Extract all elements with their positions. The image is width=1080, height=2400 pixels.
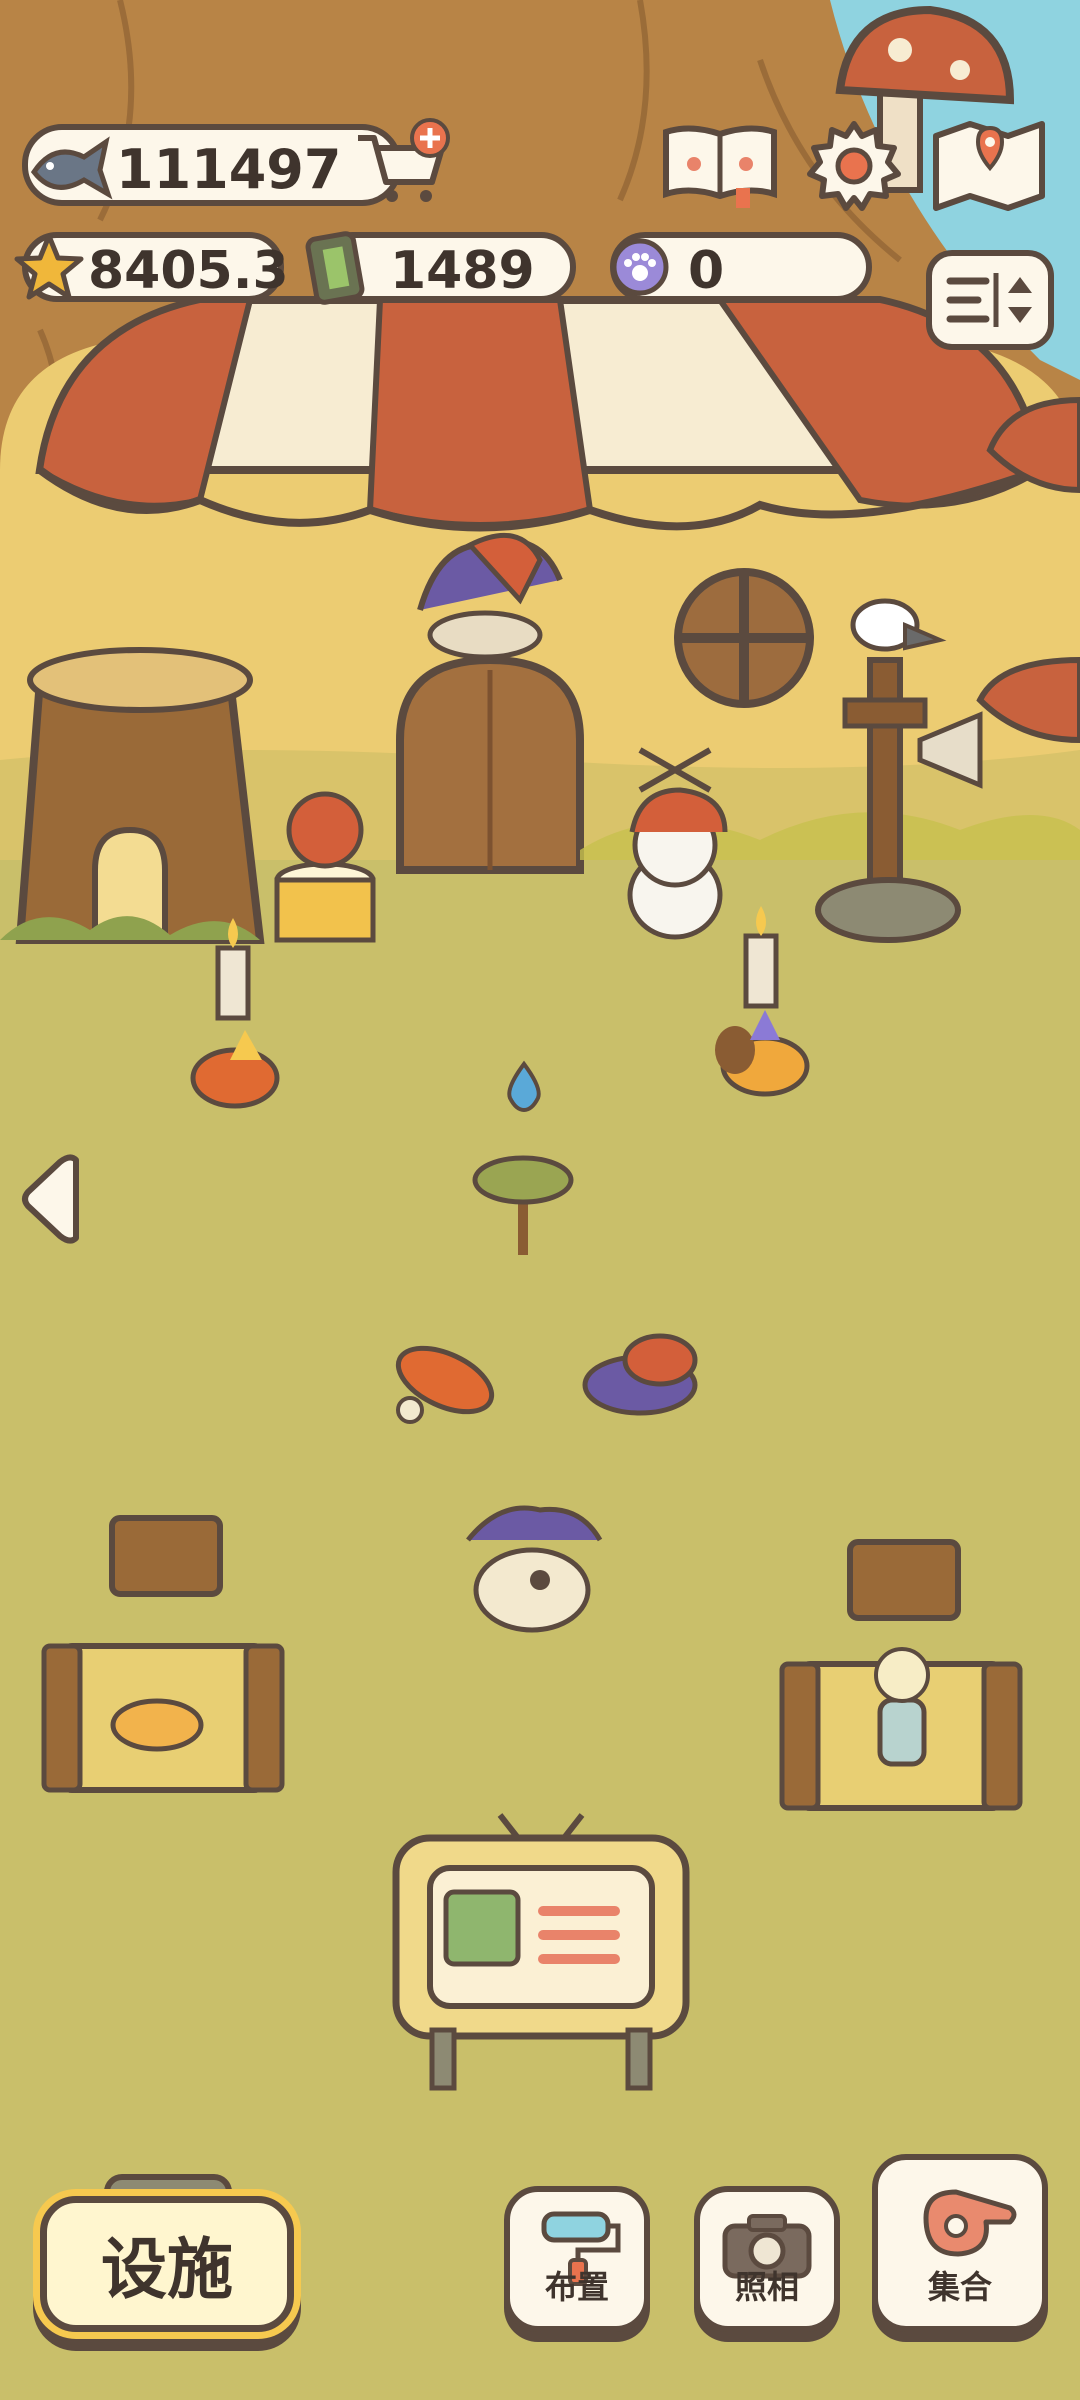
layout-toggle-button[interactable] [926, 250, 1054, 350]
arrange-label: 布置 [544, 2268, 609, 2306]
game-scene [0, 0, 1080, 2400]
paw-coin-icon [611, 238, 669, 296]
facility-label: 设施 [101, 2231, 233, 2308]
battery-value: 1489 [390, 241, 535, 301]
fish-value: 111497 [116, 138, 342, 201]
paw-value: 0 [688, 241, 725, 301]
water-drop-icon[interactable] [502, 1060, 546, 1112]
shop-cart-button[interactable] [352, 118, 452, 210]
star-value: 8405.3 [88, 241, 289, 301]
map-button[interactable] [930, 112, 1050, 216]
gather-label: 集合 [927, 2268, 992, 2306]
photo-button[interactable]: 照相 [694, 2186, 840, 2332]
fish-icon [30, 136, 113, 200]
layout-toggle-icon [946, 273, 1032, 327]
scroll-left-button[interactable] [20, 1152, 86, 1246]
gather-button[interactable]: 集合 [872, 2154, 1048, 2332]
battery-currency: 1489 [305, 231, 576, 305]
facility-button[interactable]: 设施 [40, 2196, 294, 2332]
gear-icon [807, 121, 901, 211]
album-button[interactable] [660, 118, 780, 210]
left-arrow-icon [22, 1154, 79, 1244]
star-icon [14, 233, 84, 300]
fish-currency: 111497 [22, 124, 402, 206]
shopping-cart-plus-icon [358, 118, 450, 202]
battery-icon [305, 231, 365, 305]
paw-book-icon [663, 125, 777, 208]
arrange-button[interactable]: 布置 [504, 2186, 650, 2332]
star-currency: 8405.3 [14, 232, 289, 302]
photo-label: 照相 [734, 2268, 799, 2306]
map-pin-icon [933, 121, 1045, 211]
whistle-icon [923, 2189, 1017, 2257]
paw-currency: 0 [610, 232, 872, 302]
settings-button[interactable] [806, 118, 902, 214]
